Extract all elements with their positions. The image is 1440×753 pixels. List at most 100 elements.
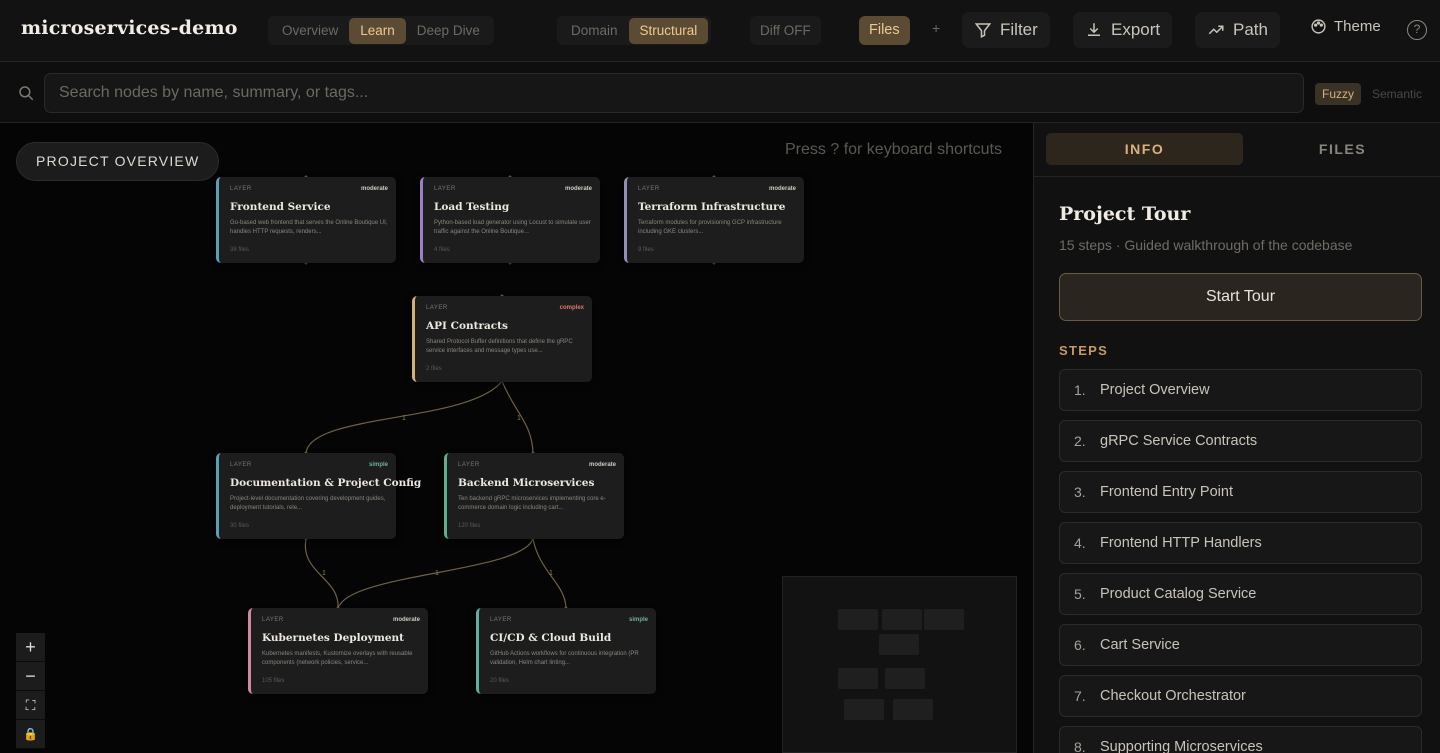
zoom-in-icon[interactable]: + bbox=[16, 633, 45, 662]
zoom-out-icon[interactable]: − bbox=[16, 662, 45, 691]
edge-label: 1 bbox=[517, 415, 521, 422]
path-button[interactable]: Path bbox=[1195, 12, 1280, 48]
lock-icon[interactable]: 🔒 bbox=[16, 720, 45, 749]
step-label: Frontend HTTP Handlers bbox=[1100, 535, 1262, 551]
step-label: Product Catalog Service bbox=[1100, 586, 1257, 602]
node-complexity: complex bbox=[559, 305, 584, 311]
node-complexity: moderate bbox=[392, 617, 420, 623]
minimap-node bbox=[879, 634, 919, 655]
graph-node-api-contracts[interactable]: LAYER complex API Contracts Shared Proto… bbox=[412, 296, 592, 382]
tour-step[interactable]: 3. Frontend Entry Point bbox=[1059, 471, 1422, 513]
search-icon bbox=[19, 86, 34, 101]
diff-toggle[interactable]: Diff OFF bbox=[750, 16, 821, 45]
minimap-node bbox=[924, 609, 964, 630]
start-tour-button[interactable]: Start Tour bbox=[1059, 273, 1422, 321]
step-number: 7. bbox=[1074, 688, 1086, 704]
files-toggle[interactable]: Files bbox=[859, 16, 910, 45]
trend-icon bbox=[1208, 25, 1224, 35]
steps-heading: STEPS bbox=[1059, 343, 1109, 358]
node-summary: GitHub Actions workflows for continuous … bbox=[490, 651, 639, 666]
tour-step[interactable]: 8. Supporting Microservices bbox=[1059, 726, 1422, 753]
fit-view-icon[interactable]: ⛶ bbox=[16, 691, 45, 720]
tour-step[interactable]: 7. Checkout Orchestrator bbox=[1059, 675, 1422, 717]
minimap-node bbox=[844, 699, 884, 720]
node-title: Frontend Service bbox=[230, 201, 331, 213]
node-title: Load Testing bbox=[434, 201, 510, 213]
node-complexity: moderate bbox=[360, 186, 388, 192]
node-complexity: moderate bbox=[768, 186, 796, 192]
step-label: Cart Service bbox=[1100, 637, 1180, 653]
tab-info[interactable]: INFO bbox=[1046, 133, 1243, 165]
filter-button[interactable]: Filter bbox=[962, 12, 1050, 48]
node-file-count: 120 files bbox=[458, 523, 481, 529]
graph-node-load-testing[interactable]: LAYER moderate Load Testing Python-based… bbox=[420, 177, 600, 263]
theme-label: Theme bbox=[1334, 18, 1381, 35]
view-structural[interactable]: Structural bbox=[628, 17, 709, 44]
project-overview-button[interactable]: PROJECT OVERVIEW bbox=[16, 142, 220, 181]
level-switcher: Overview Learn Deep Dive bbox=[268, 16, 494, 45]
node-summary: Kubernetes manifests, Kustomize overlays… bbox=[262, 651, 413, 666]
node-file-count: 20 files bbox=[490, 678, 510, 684]
level-overview[interactable]: Overview bbox=[271, 18, 349, 44]
tour-step[interactable]: 2. gRPC Service Contracts bbox=[1059, 420, 1422, 462]
search-input[interactable] bbox=[44, 73, 1304, 113]
tour-step[interactable]: 5. Product Catalog Service bbox=[1059, 573, 1422, 615]
graph-node-backend-microservices[interactable]: LAYER moderate Backend Microservices Ten… bbox=[444, 453, 624, 539]
node-file-count: 38 files bbox=[230, 247, 250, 253]
tab-files[interactable]: FILES bbox=[1244, 133, 1440, 165]
help-icon[interactable]: ? bbox=[1407, 20, 1427, 40]
graph-node-frontend-service[interactable]: LAYER moderate Frontend Service Go-based… bbox=[216, 177, 396, 263]
view-switcher: Domain Structural bbox=[557, 16, 712, 45]
node-complexity: simple bbox=[628, 617, 648, 623]
node-summary: Terraform modules for provisioning GCP i… bbox=[638, 220, 782, 235]
edge-label: 1 bbox=[322, 570, 326, 577]
level-learn[interactable]: Learn bbox=[349, 17, 406, 44]
node-title: API Contracts bbox=[426, 320, 508, 332]
tour-steps-list: 1. Project Overview 2. gRPC Service Contra… bbox=[1059, 369, 1422, 753]
step-label: Checkout Orchestrator bbox=[1100, 688, 1246, 704]
tour-step[interactable]: 4. Frontend HTTP Handlers bbox=[1059, 522, 1422, 564]
graph-node-documentation-project-config[interactable]: LAYER simple Documentation & Project Con… bbox=[216, 453, 421, 539]
minimap-node bbox=[838, 668, 878, 689]
node-tag: LAYER bbox=[434, 186, 456, 192]
minimap-node bbox=[893, 699, 933, 720]
level-deep-dive[interactable]: Deep Dive bbox=[406, 18, 491, 44]
theme-button[interactable]: Theme bbox=[1310, 18, 1381, 35]
export-button[interactable]: Export bbox=[1073, 12, 1173, 48]
search-mode-fuzzy[interactable]: Fuzzy bbox=[1315, 83, 1362, 105]
minimap-node bbox=[838, 609, 878, 630]
step-number: 5. bbox=[1074, 586, 1086, 602]
info-panel: INFO FILES Project Tour 15 steps · Guide… bbox=[1033, 123, 1440, 753]
step-label: Supporting Microservices bbox=[1100, 739, 1263, 753]
edge-label: 1 bbox=[435, 570, 439, 577]
node-title: CI/CD & Cloud Build bbox=[490, 632, 612, 644]
search-mode-semantic[interactable]: Semantic bbox=[1372, 83, 1422, 105]
step-number: 3. bbox=[1074, 484, 1086, 500]
panel-tabs: INFO FILES bbox=[1034, 123, 1440, 177]
palette-icon bbox=[1311, 19, 1326, 34]
node-title: Terraform Infrastructure bbox=[638, 201, 786, 213]
graph-node-kubernetes-deployment[interactable]: LAYER moderate Kubernetes Deployment Kub… bbox=[248, 608, 428, 694]
export-label: Export bbox=[1111, 20, 1161, 39]
add-button[interactable]: + bbox=[932, 20, 940, 36]
node-tag: LAYER bbox=[638, 186, 660, 192]
graph-node-terraform-infrastructure[interactable]: LAYER moderate Terraform Infrastructure … bbox=[624, 177, 804, 263]
node-tag: LAYER bbox=[230, 462, 252, 468]
node-file-count: 105 files bbox=[262, 678, 285, 684]
step-label: Frontend Entry Point bbox=[1100, 484, 1233, 500]
tour-step[interactable]: 1. Project Overview bbox=[1059, 369, 1422, 411]
node-file-count: 30 files bbox=[230, 523, 250, 529]
minimap-node bbox=[885, 668, 925, 689]
path-label: Path bbox=[1233, 20, 1268, 39]
node-file-count: 2 files bbox=[426, 366, 442, 372]
minimap-node bbox=[882, 609, 922, 630]
view-domain[interactable]: Domain bbox=[560, 18, 629, 44]
filter-label: Filter bbox=[1000, 20, 1038, 39]
step-number: 2. bbox=[1074, 433, 1086, 449]
step-label: Project Overview bbox=[1100, 382, 1210, 398]
graph-node-ci-cd-cloud-build[interactable]: LAYER simple CI/CD & Cloud Build GitHub … bbox=[476, 608, 656, 694]
graph-canvas[interactable]: 1 1 1 1 1 PROJECT OVERVIEW Press ? for k… bbox=[0, 123, 1033, 753]
minimap[interactable] bbox=[782, 576, 1017, 753]
tour-step[interactable]: 6. Cart Service bbox=[1059, 624, 1422, 666]
node-title: Backend Microservices bbox=[458, 477, 595, 489]
